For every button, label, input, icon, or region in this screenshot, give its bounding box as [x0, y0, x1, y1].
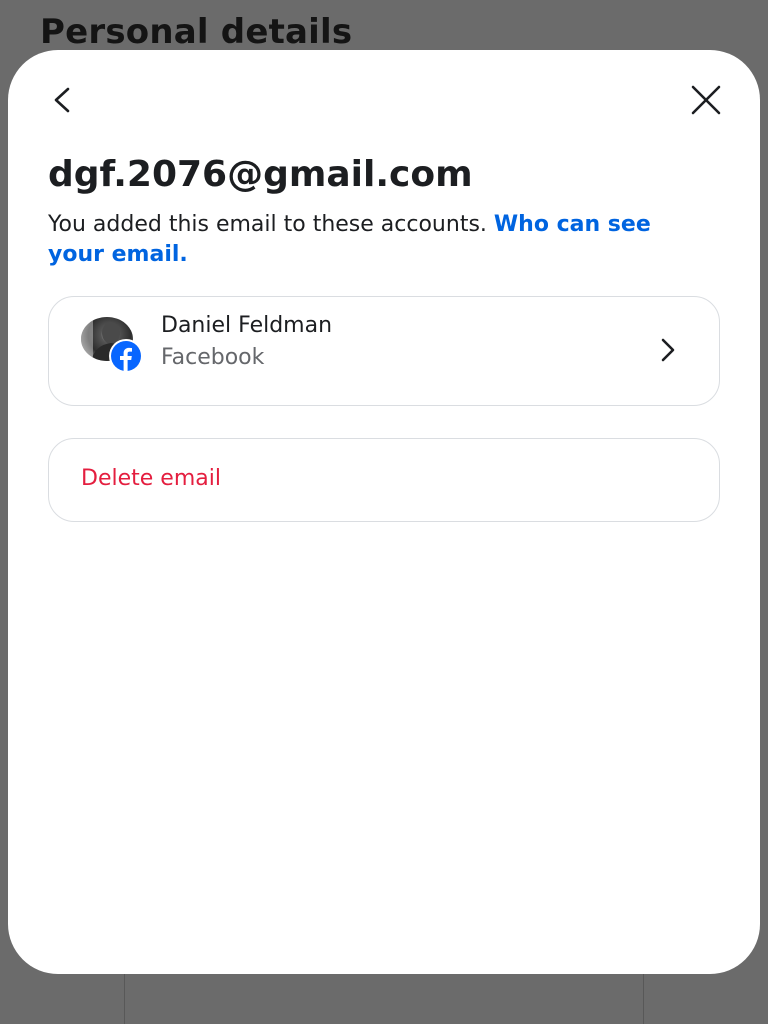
page-title: Personal details — [40, 12, 353, 52]
delete-email-button[interactable]: Delete email — [48, 438, 720, 522]
description-text: You added this email to these accounts. — [48, 212, 494, 237]
account-row[interactable]: Daniel Feldman Facebook — [48, 296, 720, 406]
close-button[interactable] — [686, 80, 726, 120]
account-name: Daniel Feldman — [161, 313, 333, 338]
email-detail-sheet: dgf.2076@gmail.com You added this email … — [8, 50, 760, 974]
email-title: dgf.2076@gmail.com — [48, 154, 473, 195]
avatar-group — [81, 317, 143, 373]
facebook-icon — [109, 339, 143, 373]
email-description: You added this email to these accounts. … — [48, 210, 708, 270]
account-platform: Facebook — [161, 345, 265, 370]
back-arrow-icon — [54, 87, 70, 113]
close-icon — [691, 85, 721, 115]
chevron-right-icon — [653, 335, 683, 365]
back-button[interactable] — [42, 80, 82, 120]
delete-email-label: Delete email — [81, 466, 221, 491]
background-content — [124, 970, 644, 1024]
